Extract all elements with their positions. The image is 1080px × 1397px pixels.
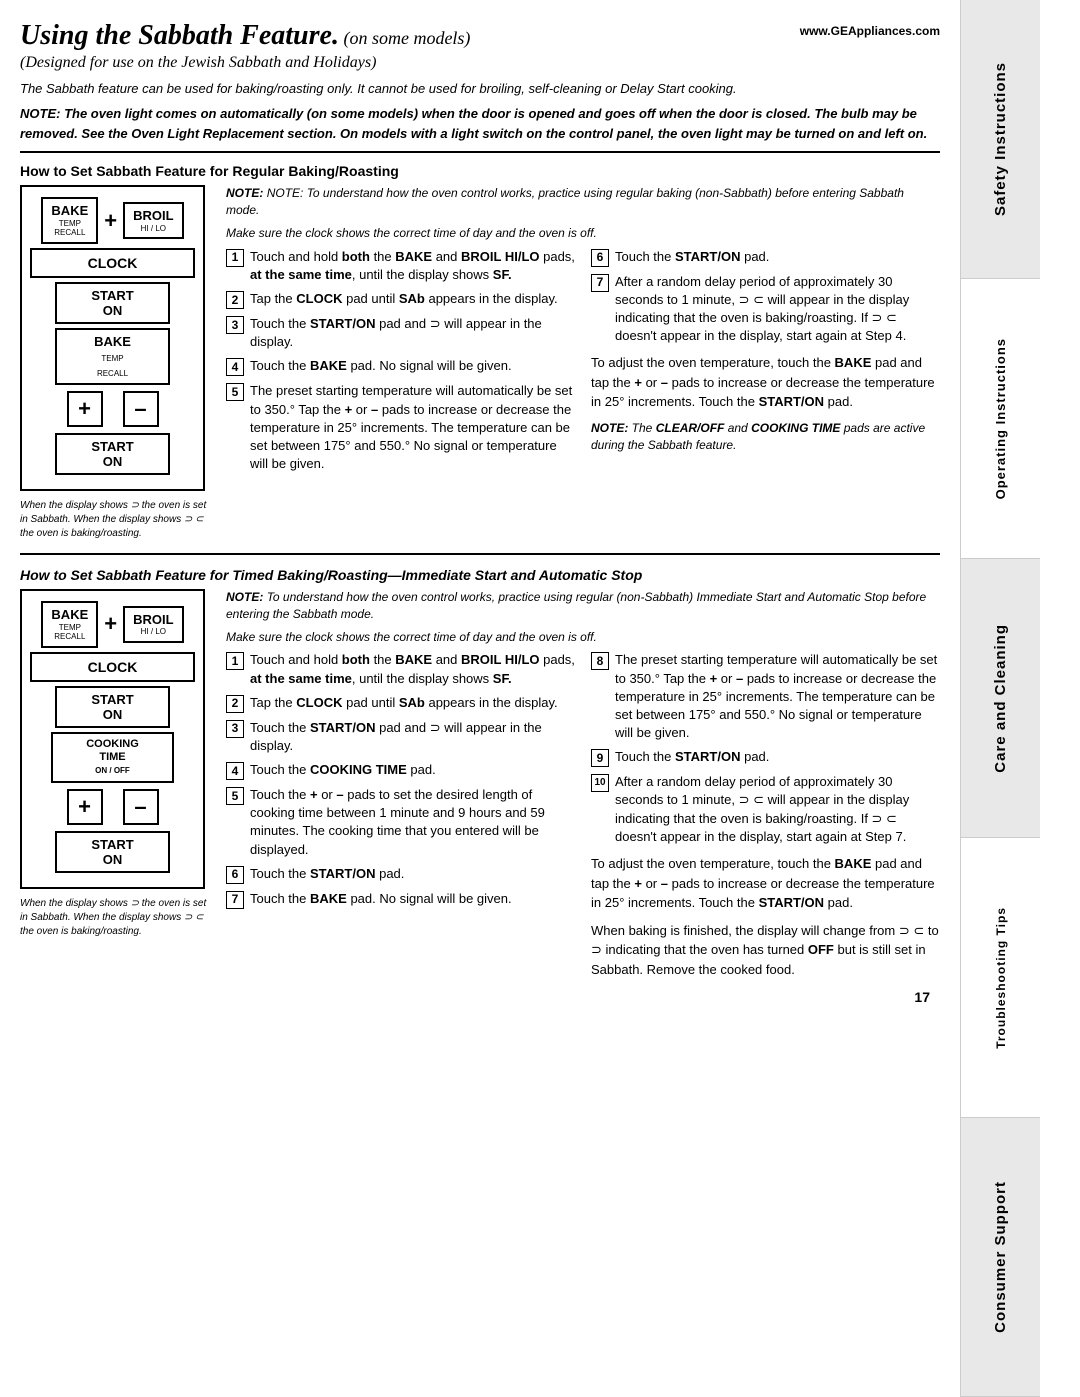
panel-row-bake-broil: BAKE TEMP RECALL + BROIL HI / LO (30, 197, 195, 244)
step-2-9: 9 Touch the START/ON pad. (591, 748, 940, 767)
section1-steps-container: 1 Touch and hold both the BAKE and BROIL… (226, 248, 940, 480)
section1-right: NOTE: NOTE: To understand how the oven c… (226, 185, 940, 541)
sidebar-label-consumer: Consumer Support (992, 1181, 1009, 1333)
step-1-5: 5 The preset starting temperature will a… (226, 382, 575, 473)
right-sidebar: Safety Instructions Operating Instructio… (960, 0, 1040, 1397)
plus-minus-row-1: + – (30, 391, 195, 427)
broil-button-1[interactable]: BROIL HI / LO (123, 202, 183, 239)
section2-note-pre2: Make sure the clock shows the correct ti… (226, 629, 940, 646)
plus-button-1[interactable]: + (67, 391, 103, 427)
sidebar-section-safety: Safety Instructions (961, 0, 1040, 279)
start-button-2b[interactable]: STARTON (55, 831, 171, 873)
section2-steps-right: 8 The preset starting temperature will a… (591, 651, 940, 979)
section2-steps-left: 1 Touch and hold both the BAKE and BROIL… (226, 651, 575, 979)
section1-note-pre2: Make sure the clock shows the correct ti… (226, 225, 940, 242)
step-2-3: 3 Touch the START/ON pad and ⊃ will appe… (226, 719, 575, 755)
section1-steps-left: 1 Touch and hold both the BAKE and BROIL… (226, 248, 575, 480)
section1-steps-right: 6 Touch the START/ON pad. 7 After a rand… (591, 248, 940, 480)
section1-title: How to Set Sabbath Feature for Regular B… (20, 163, 940, 179)
start-button-1[interactable]: STARTON (55, 282, 171, 324)
step-1-7: 7 After a random delay period of approxi… (591, 273, 940, 346)
step-1-2: 2 Tap the CLOCK pad until SAb appears in… (226, 290, 575, 309)
bake-button-1[interactable]: BAKE TEMP RECALL (41, 197, 98, 244)
steps-list-2r: 8 The preset starting temperature will a… (591, 651, 940, 846)
steps-list-1: 1 Touch and hold both the BAKE and BROIL… (226, 248, 575, 474)
plus-minus-row-2: + – (30, 789, 195, 825)
title-line: Using the Sabbath Feature. (on some mode… (20, 20, 940, 72)
broil-button-2[interactable]: BROIL HI / LO (123, 606, 183, 643)
step-2-5: 5 Touch the + or – pads to set the desir… (226, 786, 575, 859)
panel-row-bake-broil-2: BAKE TEMP RECALL + BROIL HI / LO (30, 601, 195, 648)
sidebar-section-care: Care and Cleaning (961, 559, 1040, 838)
step-2-7: 7 Touch the BAKE pad. No signal will be … (226, 890, 575, 909)
sidebar-label-troubleshooting: Troubleshooting Tips (994, 907, 1008, 1049)
section1-content: BAKE TEMP RECALL + BROIL HI / LO CLOCK (20, 185, 940, 541)
sidebar-section-consumer: Consumer Support (961, 1118, 1040, 1397)
header-right: www.GEAppliances.com (800, 20, 940, 38)
sidebar-label-safety: Safety Instructions (992, 62, 1009, 216)
header-note2: NOTE: The oven light comes on automatica… (20, 104, 940, 143)
section2-title: How to Set Sabbath Feature for Timed Bak… (20, 567, 940, 583)
step-2-6: 6 Touch the START/ON pad. (226, 865, 575, 884)
cooking-time-button[interactable]: COOKINGTIMEON / OFF (51, 732, 175, 784)
plus-button-2[interactable]: + (67, 789, 103, 825)
clock-button-2[interactable]: CLOCK (30, 652, 195, 682)
page-header: Using the Sabbath Feature. (on some mode… (20, 20, 940, 153)
sidebar-section-troubleshooting: Troubleshooting Tips (961, 838, 1040, 1117)
header-note1: The Sabbath feature can be used for baki… (20, 80, 940, 98)
plus-icon-2: + (104, 611, 117, 637)
steps-list-1r: 6 Touch the START/ON pad. 7 After a rand… (591, 248, 940, 346)
section2-content: BAKE TEMP RECALL + BROIL HI / LO CLOCK (20, 589, 940, 979)
section1-adjust-text: To adjust the oven temperature, touch th… (591, 353, 940, 412)
step-1-3: 3 Touch the START/ON pad and ⊃ will appe… (226, 315, 575, 351)
page-number: 17 (20, 989, 940, 1005)
control-panel-2: BAKE TEMP RECALL + BROIL HI / LO CLOCK (20, 589, 205, 889)
bake-button-solo-1[interactable]: BAKETEMPRECALL (55, 328, 171, 385)
start-button-2[interactable]: STARTON (55, 686, 171, 728)
section2-note-pre: NOTE: To understand how the oven control… (226, 589, 940, 623)
section2-steps-container: 1 Touch and hold both the BAKE and BROIL… (226, 651, 940, 979)
panel-caption-2: When the display shows ⊃ the oven is set… (20, 897, 210, 939)
section2-right: NOTE: To understand how the oven control… (226, 589, 940, 979)
section2-adjust-text: To adjust the oven temperature, touch th… (591, 854, 940, 913)
step-2-2: 2 Tap the CLOCK pad until SAb appears in… (226, 694, 575, 713)
plus-icon-1: + (104, 208, 117, 234)
step-2-1: 1 Touch and hold both the BAKE and BROIL… (226, 651, 575, 687)
website: www.GEAppliances.com (800, 24, 940, 38)
page-title: Using the Sabbath Feature. (on some mode… (20, 20, 470, 52)
clock-button-1[interactable]: CLOCK (30, 248, 195, 278)
sidebar-label-operating: Operating Instructions (993, 338, 1008, 499)
panel-caption-1: When the display shows ⊃ the oven is set… (20, 499, 210, 541)
section2-left: BAKE TEMP RECALL + BROIL HI / LO CLOCK (20, 589, 210, 979)
section-divider (20, 553, 940, 555)
step-1-1: 1 Touch and hold both the BAKE and BROIL… (226, 248, 575, 284)
step-2-4: 4 Touch the COOKING TIME pad. (226, 761, 575, 780)
steps-list-2: 1 Touch and hold both the BAKE and BROIL… (226, 651, 575, 909)
subtitle: (Designed for use on the Jewish Sabbath … (20, 54, 470, 72)
section1-note-pre: NOTE: NOTE: To understand how the oven c… (226, 185, 940, 219)
section1-note-clear: NOTE: The CLEAR/OFF and COOKING TIME pad… (591, 420, 940, 454)
bake-button-2[interactable]: BAKE TEMP RECALL (41, 601, 98, 648)
start-button-1b[interactable]: STARTON (55, 433, 171, 475)
minus-button-1[interactable]: – (123, 391, 159, 427)
step-2-8: 8 The preset starting temperature will a… (591, 651, 940, 742)
step-1-6: 6 Touch the START/ON pad. (591, 248, 940, 267)
control-panel-1: BAKE TEMP RECALL + BROIL HI / LO CLOCK (20, 185, 205, 491)
main-content: Using the Sabbath Feature. (on some mode… (0, 0, 960, 1397)
title-block: Using the Sabbath Feature. (on some mode… (20, 20, 470, 72)
sidebar-section-operating: Operating Instructions (961, 279, 1040, 558)
page-container: Using the Sabbath Feature. (on some mode… (0, 0, 1080, 1397)
step-1-4: 4 Touch the BAKE pad. No signal will be … (226, 357, 575, 376)
section1-left: BAKE TEMP RECALL + BROIL HI / LO CLOCK (20, 185, 210, 541)
sidebar-label-care: Care and Cleaning (992, 624, 1009, 773)
step-2-10: 10 After a random delay period of approx… (591, 773, 940, 846)
minus-button-2[interactable]: – (123, 789, 159, 825)
section2-finish-text: When baking is finished, the display wil… (591, 921, 940, 980)
